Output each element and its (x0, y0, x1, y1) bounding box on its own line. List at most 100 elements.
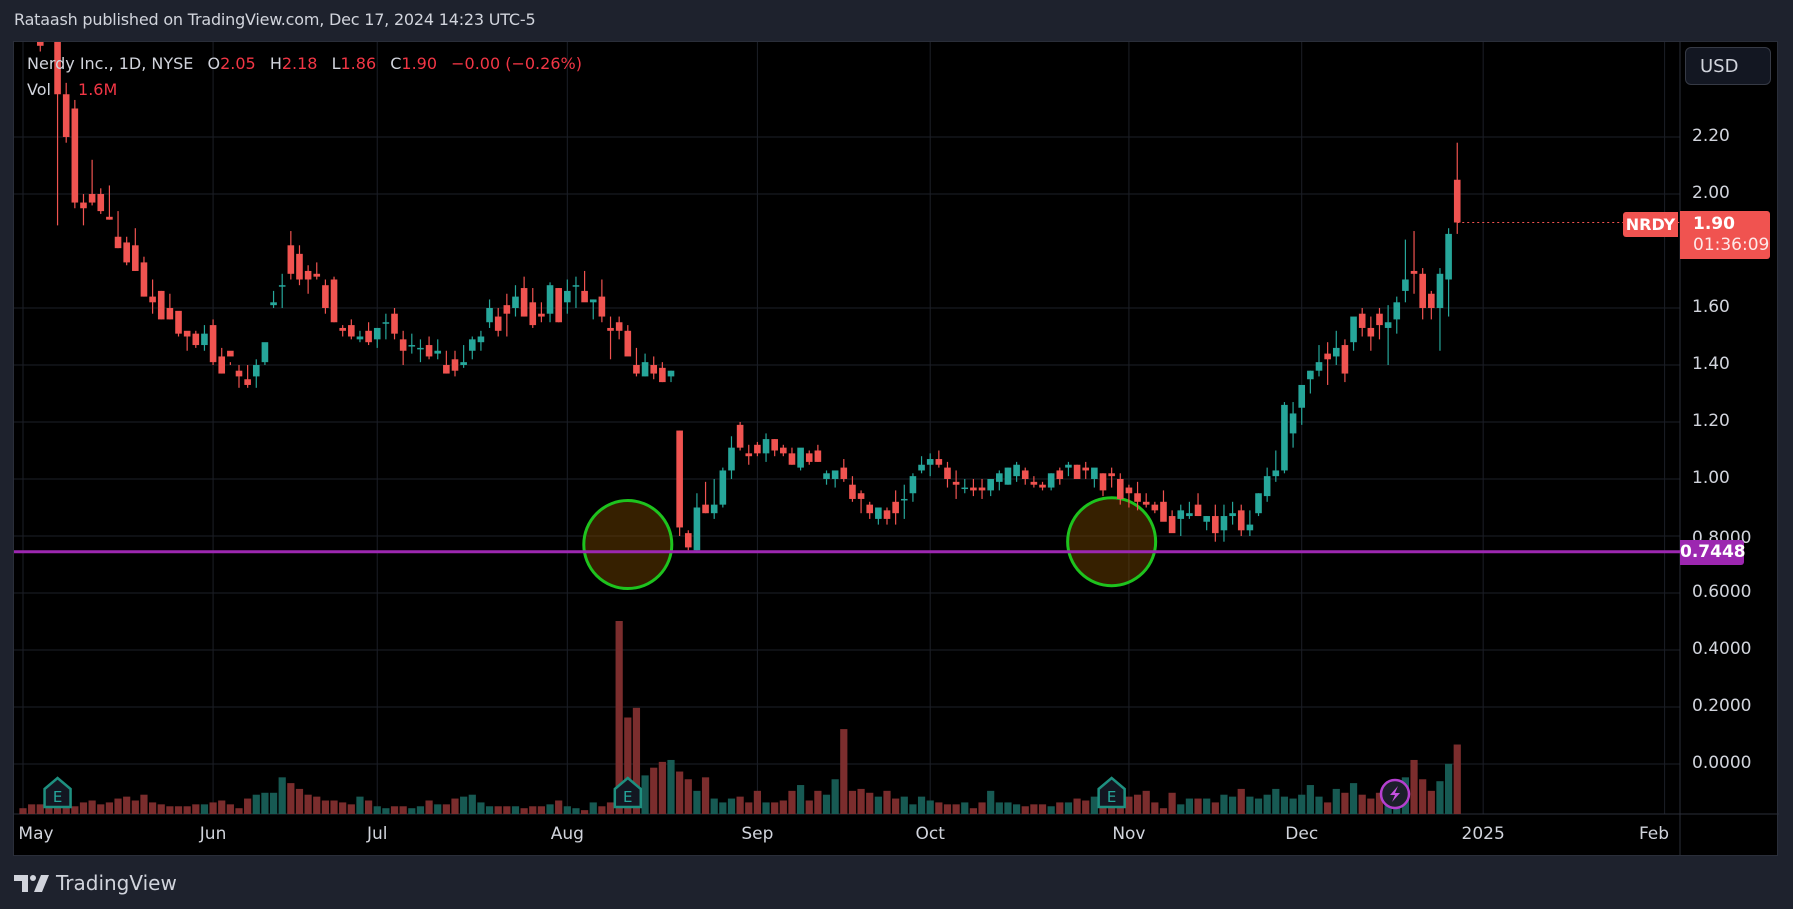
candle-body (296, 253, 303, 280)
volume-bar (546, 804, 554, 814)
candle-body (1324, 353, 1331, 360)
volume-bar (1168, 792, 1176, 814)
volume-label[interactable]: Vol (27, 80, 51, 99)
volume-bar (926, 800, 934, 814)
volume-bar (105, 802, 113, 814)
candle-body (1065, 464, 1072, 468)
volume-bar (658, 761, 666, 814)
volume-bar (235, 808, 243, 814)
candle-body (1186, 513, 1193, 517)
support-circle (1066, 496, 1158, 588)
lightning-icon[interactable] (1379, 778, 1411, 810)
volume-bar (390, 806, 399, 814)
volume-bar (797, 785, 805, 814)
candle-body (503, 305, 511, 314)
volume-bar (995, 802, 1003, 814)
volume-bar (676, 771, 684, 814)
candle-body (1203, 516, 1210, 522)
volume-bar (667, 759, 675, 814)
candle-body (1082, 467, 1090, 471)
volume-bar (321, 800, 329, 814)
price-chart[interactable]: EEE (14, 42, 1779, 855)
candle-body (978, 487, 986, 491)
volume-bar (511, 806, 520, 814)
volume-legend: Vol 1.6M (27, 80, 117, 99)
volume-bar (693, 790, 701, 814)
candle-body (1073, 464, 1081, 479)
volume-bar (805, 800, 813, 814)
candle-body (529, 302, 537, 326)
volume-bar (278, 777, 286, 814)
volume-bar (1332, 788, 1340, 814)
tradingview-logo[interactable]: TradingView (14, 871, 177, 895)
volume-bar (857, 788, 865, 814)
candle-body (745, 453, 753, 457)
volume-bar (347, 804, 355, 814)
candle-body (477, 336, 485, 343)
volume-bar (252, 794, 260, 814)
candle-body (1177, 510, 1185, 519)
candle-body (1056, 470, 1064, 479)
volume-bar (1272, 788, 1280, 814)
candle-body (1376, 313, 1383, 326)
svg-text:E: E (1107, 788, 1116, 806)
candle-body (650, 365, 658, 374)
candle-body (1298, 384, 1306, 408)
time-tick-label: Jul (366, 824, 388, 844)
price-tick-label: 0.2000 (1692, 696, 1752, 716)
support-circle (582, 499, 674, 591)
candle-body (235, 370, 243, 377)
volume-bar (1030, 804, 1038, 814)
volume-bar (719, 802, 727, 814)
volume-bar (1263, 794, 1271, 814)
volume-bar (442, 804, 450, 814)
volume-bar (451, 798, 459, 814)
candle-body (494, 316, 502, 331)
earnings-icon[interactable]: E (43, 776, 72, 809)
candle-body (944, 467, 951, 479)
candle-body (1151, 504, 1159, 511)
price-tick-label: 2.20 (1692, 126, 1730, 146)
currency-button[interactable]: USD (1685, 47, 1771, 85)
candle-body (866, 504, 874, 514)
earnings-icon[interactable]: E (1097, 776, 1126, 809)
candle-body (339, 327, 346, 331)
volume-bar (883, 790, 891, 814)
volume-bar (226, 804, 234, 814)
candle-body (425, 345, 433, 357)
volume-bar (1315, 796, 1323, 814)
close-label: C (390, 54, 402, 73)
volume-bar (79, 802, 88, 814)
candle-body (900, 498, 908, 501)
volume-bar (1013, 804, 1021, 814)
candle-body (1367, 327, 1375, 337)
symbol-title[interactable]: Nerdy Inc., 1D, NYSE (27, 54, 193, 73)
volume-bar (978, 802, 986, 814)
high-value: 2.18 (281, 54, 318, 73)
candle-body (382, 322, 390, 324)
candle-body (1410, 270, 1418, 274)
volume-bar (1090, 796, 1098, 814)
candle-body (952, 481, 960, 485)
candle-body (684, 533, 692, 548)
volume-bar (1064, 802, 1073, 814)
low-label: L (331, 54, 341, 73)
candle-body (736, 424, 744, 448)
candle-body (157, 290, 165, 320)
volume-bar (166, 806, 174, 814)
candle-body (538, 313, 545, 317)
volume-bar (434, 804, 442, 814)
volume-bar (313, 796, 321, 814)
candle-body (287, 245, 295, 274)
volume-bar (28, 804, 36, 814)
candle-body (443, 365, 450, 374)
volume-bar (874, 796, 882, 814)
candle-body (149, 296, 156, 303)
candle-body (987, 479, 994, 491)
candle-body (875, 507, 882, 519)
candle-body (356, 336, 364, 340)
candle-body (486, 308, 493, 323)
price-tick-label: 0.4000 (1692, 639, 1752, 659)
candle-body (926, 459, 934, 465)
volume-bar (1073, 798, 1081, 814)
